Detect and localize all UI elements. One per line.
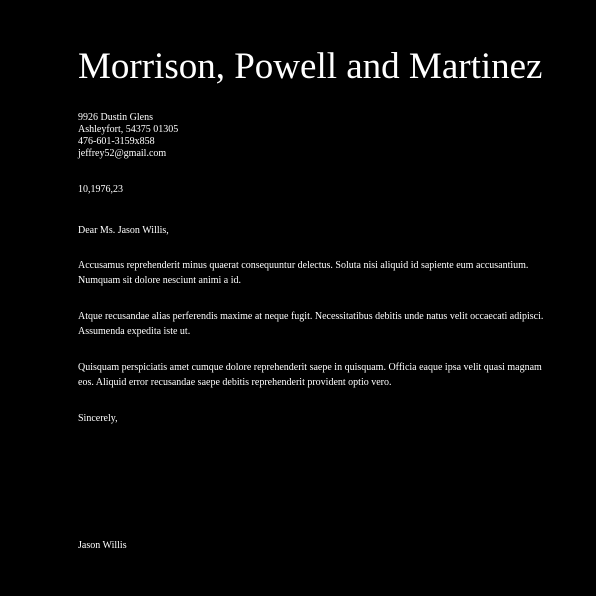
letter-date: 10,1976,23 [78, 184, 123, 195]
letterhead-company-name: Morrison, Powell and Martinez [78, 46, 543, 87]
body-paragraph-3: Quisquam perspiciatis amet cumque dolore… [78, 362, 542, 388]
sender-address-block: 9926 Dustin Glens Ashleyfort, 54375 0130… [78, 112, 178, 160]
sender-email: jeffrey52@gmail.com [78, 148, 167, 159]
sender-city-line: Ashleyfort, 54375 01305 [78, 124, 179, 135]
body-paragraph-1: Accusamus reprehenderit minus quaerat co… [78, 260, 529, 286]
body-paragraph-2: Atque recusandae alias perferendis maxim… [78, 311, 544, 337]
closing: Sincerely, [78, 413, 118, 424]
salutation: Dear Ms. Jason Willis, [78, 225, 169, 236]
letter-page: Morrison, Powell and Martinez 9926 Dusti… [0, 0, 596, 596]
sender-phone: 476-601-3159x858 [78, 136, 155, 147]
sender-street: 9926 Dustin Glens [78, 112, 153, 123]
signature-name: Jason Willis [78, 540, 127, 551]
